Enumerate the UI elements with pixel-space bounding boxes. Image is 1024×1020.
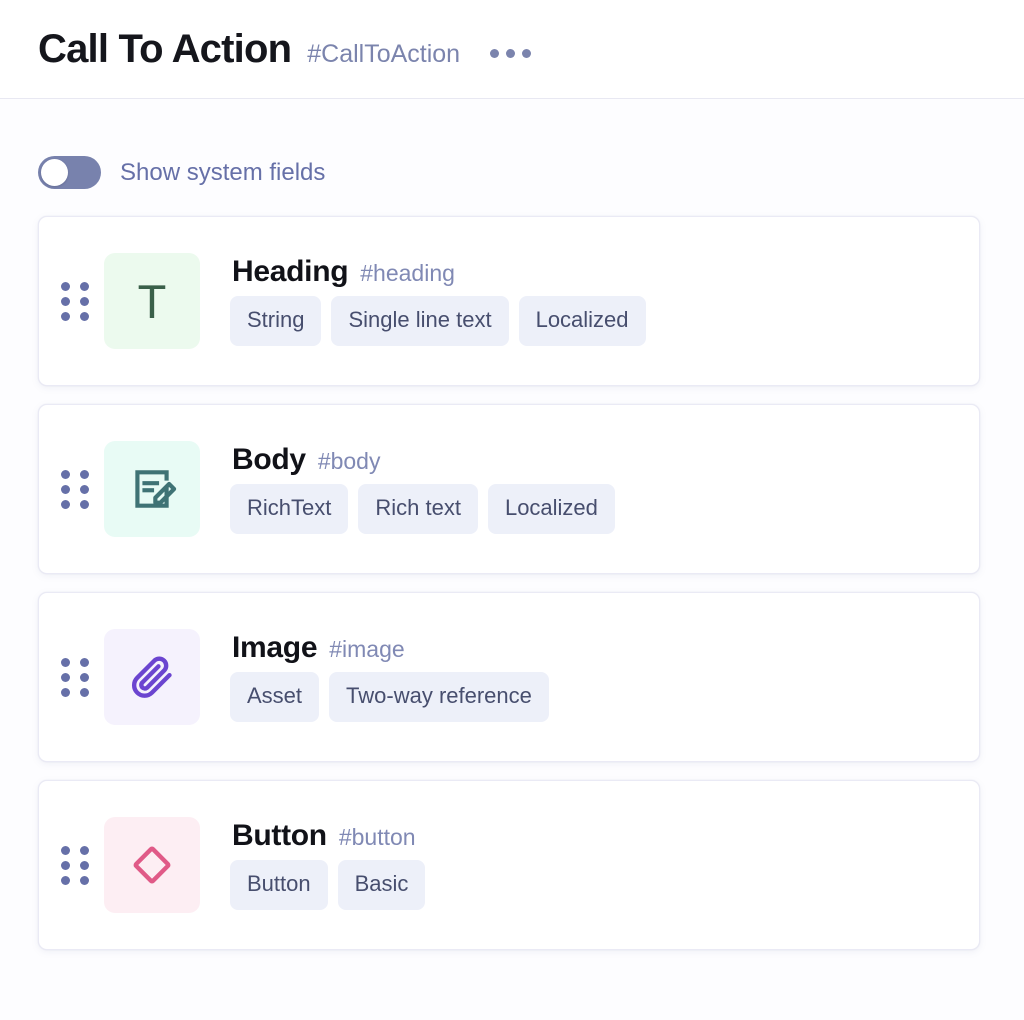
field-slug: #button xyxy=(338,823,416,850)
show-system-fields-toggle[interactable] xyxy=(38,156,101,189)
system-fields-toggle-row: Show system fields xyxy=(0,99,1024,189)
field-list: T Heading #heading String Single line te… xyxy=(0,216,1024,950)
field-tag: Button xyxy=(230,860,328,911)
drag-dot xyxy=(80,845,89,855)
page-header: Call To Action #CallToAction xyxy=(0,0,1024,99)
drag-dot xyxy=(61,875,70,885)
field-card-image[interactable]: Image #image Asset Two-way reference xyxy=(38,592,980,762)
drag-dot xyxy=(80,860,89,870)
kebab-dot xyxy=(522,49,532,58)
kebab-menu-icon[interactable] xyxy=(488,43,533,64)
drag-dot xyxy=(61,281,70,291)
drag-dot xyxy=(61,499,70,509)
drag-handle-dots-icon[interactable] xyxy=(57,845,93,885)
page-title: Call To Action xyxy=(38,27,292,71)
toggle-knob xyxy=(41,159,68,186)
drag-dot xyxy=(61,860,70,870)
drag-dot xyxy=(80,499,89,509)
field-details: Image #image Asset Two-way reference xyxy=(230,632,549,723)
field-card-heading[interactable]: T Heading #heading String Single line te… xyxy=(38,216,980,386)
text-type-icon: T xyxy=(137,274,167,328)
field-tag-row: Button Basic xyxy=(230,860,426,911)
drag-dot xyxy=(80,687,89,697)
drag-dot xyxy=(80,875,89,885)
field-details: Button #button Button Basic xyxy=(230,820,426,911)
field-icon-box xyxy=(104,817,200,913)
field-slug: #image xyxy=(329,635,405,662)
drag-dot xyxy=(61,672,70,682)
drag-dot xyxy=(80,281,89,291)
field-name: Body xyxy=(232,442,306,476)
drag-dot xyxy=(61,657,70,667)
content-area: Show system fields T Heading #heading St… xyxy=(0,99,1024,950)
drag-dot xyxy=(80,296,89,306)
field-card-body[interactable]: Body #body RichText Rich text Localized xyxy=(38,404,980,574)
drag-handle-dots-icon[interactable] xyxy=(57,281,93,321)
field-icon-box xyxy=(104,629,200,725)
paperclip-attachment-icon xyxy=(131,656,172,698)
kebab-dot xyxy=(490,49,500,58)
field-name: Heading xyxy=(232,254,349,288)
drag-dot xyxy=(80,484,89,494)
rich-text-document-edit-icon xyxy=(135,470,177,508)
page-slug: #CallToAction xyxy=(307,40,461,68)
drag-dot xyxy=(61,311,70,321)
drag-dot xyxy=(61,296,70,306)
field-name: Button xyxy=(232,818,327,852)
field-tag-row: RichText Rich text Localized xyxy=(230,484,615,535)
field-tag: Single line text xyxy=(331,296,509,347)
drag-handle-dots-icon[interactable] xyxy=(57,469,93,509)
drag-dot xyxy=(80,469,89,479)
kebab-dot xyxy=(506,49,516,58)
field-card-button[interactable]: Button #button Button Basic xyxy=(38,780,980,950)
drag-dot xyxy=(80,311,89,321)
drag-dot xyxy=(61,845,70,855)
drag-dot xyxy=(80,657,89,667)
drag-dot xyxy=(61,484,70,494)
field-name-row: Button #button xyxy=(230,820,425,852)
field-icon-box: T xyxy=(104,253,200,349)
field-tag: Asset xyxy=(230,672,320,723)
field-name-row: Heading #heading xyxy=(230,256,646,288)
field-tag-row: Asset Two-way reference xyxy=(230,672,549,723)
diamond-component-icon xyxy=(133,846,171,884)
field-tag: RichText xyxy=(230,484,349,535)
field-tag: Two-way reference xyxy=(329,672,549,723)
drag-dot xyxy=(61,687,70,697)
field-slug: #body xyxy=(317,447,381,474)
field-tag: Localized xyxy=(518,296,646,347)
field-name-row: Image #image xyxy=(230,632,549,664)
field-icon-box xyxy=(104,441,200,537)
show-system-fields-label: Show system fields xyxy=(120,158,326,186)
field-tag-row: String Single line text Localized xyxy=(230,296,646,347)
drag-handle-dots-icon[interactable] xyxy=(57,657,93,697)
field-tag: Rich text xyxy=(358,484,478,535)
drag-dot xyxy=(61,469,70,479)
drag-dot xyxy=(80,672,89,682)
field-details: Heading #heading String Single line text… xyxy=(230,256,646,347)
field-tag: Localized xyxy=(487,484,615,535)
field-name-row: Body #body xyxy=(230,444,615,476)
header-title-group: Call To Action #CallToAction xyxy=(38,29,533,69)
field-tag: String xyxy=(230,296,322,347)
field-tag: Basic xyxy=(337,860,426,911)
field-name: Image xyxy=(232,630,318,664)
field-details: Body #body RichText Rich text Localized xyxy=(230,444,615,535)
field-slug: #heading xyxy=(360,259,455,286)
